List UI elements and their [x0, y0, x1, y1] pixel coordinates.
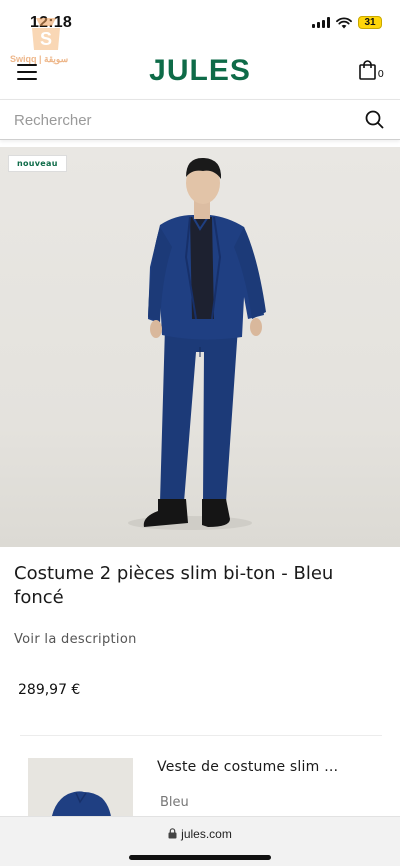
product-price: 289,97 €	[18, 682, 81, 698]
cart-button[interactable]: 0	[358, 60, 384, 80]
search-icon[interactable]	[365, 110, 384, 129]
model-in-suit-illustration	[128, 157, 266, 530]
url-text: jules.com	[181, 827, 232, 841]
lock-icon	[168, 828, 177, 839]
wifi-icon	[336, 16, 352, 28]
site-header: JULES 0	[0, 52, 400, 98]
jules-logo[interactable]: JULES	[0, 54, 400, 88]
divider	[20, 735, 382, 736]
cart-count: 0	[377, 69, 384, 80]
browser-address-bar[interactable]: jules.com	[0, 816, 400, 866]
signal-icon	[312, 17, 330, 28]
home-indicator	[129, 855, 271, 860]
svg-text:S: S	[40, 29, 52, 49]
view-description-link[interactable]: Voir la description	[14, 632, 137, 647]
product-title: Costume 2 pièces slim bi-ton - Bleu fonc…	[14, 563, 334, 608]
shopping-bag-icon	[358, 60, 376, 80]
search-bar	[0, 99, 400, 140]
new-badge: nouveau	[8, 155, 67, 172]
product-image[interactable]: nouveau	[0, 147, 400, 547]
battery-indicator: 31	[358, 16, 382, 29]
status-icons: 31	[312, 16, 382, 29]
set-item-name[interactable]: Veste de costume slim …	[157, 759, 362, 775]
set-item-color: Bleu	[160, 795, 189, 810]
url-display[interactable]: jules.com	[0, 827, 400, 841]
search-input[interactable]	[14, 108, 334, 132]
